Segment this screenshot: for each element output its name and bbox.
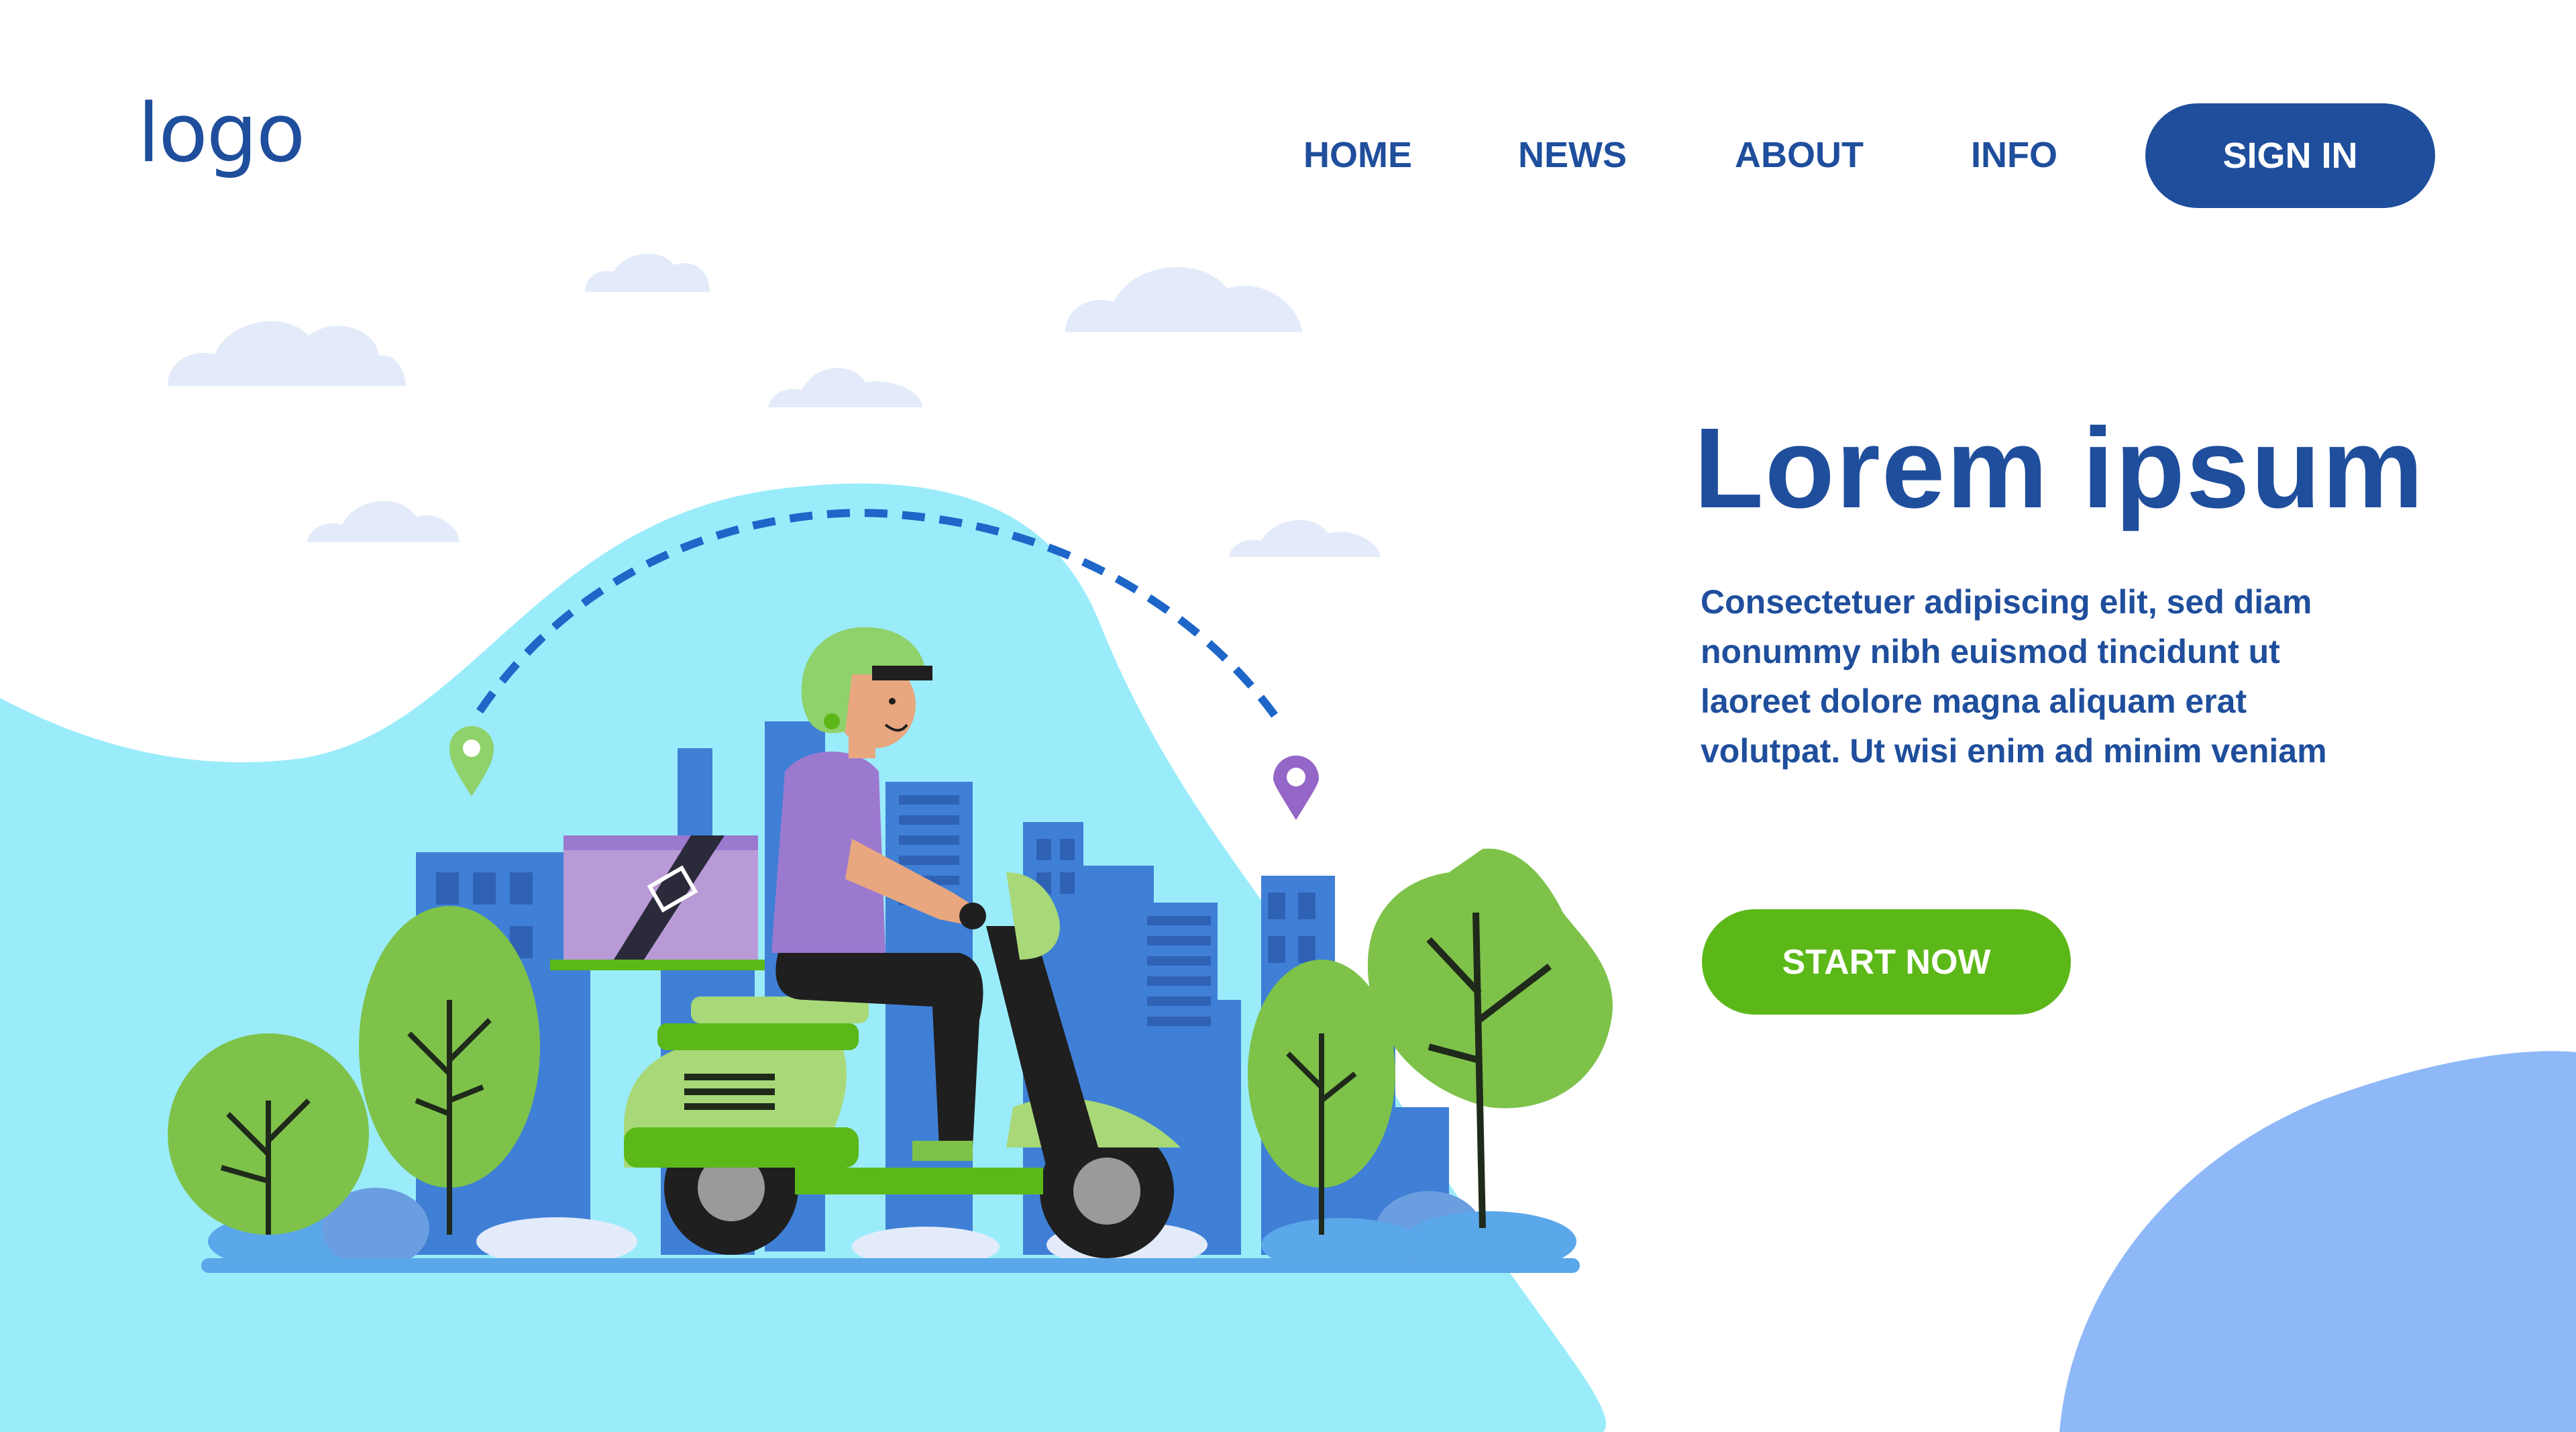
hero-description-line: volutpat. Ut wisi enim ad minim veniam — [1701, 732, 2327, 770]
hero-title: Lorem ipsum — [1694, 405, 2425, 532]
logo[interactable]: logo — [138, 87, 305, 181]
cloud — [307, 501, 460, 542]
hero-description-line: nonummy nibh euismod tincidunt ut — [1701, 633, 2280, 670]
hero-description: Consectetuer adipiscing elit, sed diam n… — [1701, 577, 2405, 776]
hero-description-line: laoreet dolore magna aliquam erat — [1701, 682, 2247, 720]
hero-description-line: Consectetuer adipiscing elit, sed diam — [1701, 583, 2312, 621]
background-blob-blue — [2059, 1051, 2576, 1432]
nav-home[interactable]: HOME — [1303, 134, 1412, 176]
nav-info[interactable]: INFO — [1971, 134, 2057, 176]
cloud — [1229, 519, 1381, 557]
nav-news[interactable]: NEWS — [1518, 134, 1627, 176]
start-now-button[interactable]: START NOW — [1702, 909, 2071, 1015]
location-pin-icon — [1273, 756, 1319, 820]
cloud — [585, 254, 710, 292]
cloud — [1065, 266, 1303, 332]
nav-about[interactable]: ABOUT — [1735, 134, 1864, 176]
ground — [201, 1258, 1580, 1273]
cloud — [168, 321, 406, 386]
cloud — [768, 368, 922, 407]
sign-in-button[interactable]: SIGN IN — [2145, 103, 2435, 208]
landing-page: logo HOME NEWS ABOUT INFO SIGN IN Lorem … — [0, 0, 2576, 1432]
